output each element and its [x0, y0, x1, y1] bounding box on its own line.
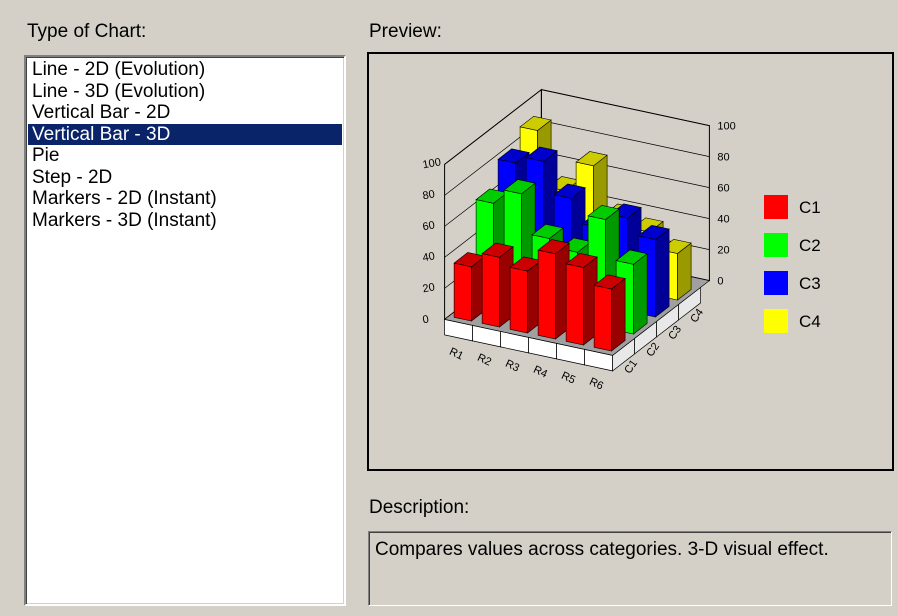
- bar-side: [655, 228, 670, 318]
- y-tick-label-left: 60: [422, 219, 436, 233]
- y-tick-label: 0: [717, 276, 723, 288]
- chart-type-item[interactable]: Step - 2D: [28, 167, 342, 189]
- bar: [537, 239, 570, 340]
- legend-label: C3: [799, 274, 821, 293]
- x-tick-label: R2: [475, 352, 493, 369]
- bar-front: [453, 262, 472, 322]
- y-tick-label: 40: [717, 214, 729, 226]
- bar-side: [611, 277, 626, 352]
- chart-type-listbox[interactable]: Line - 2D (Evolution) Line - 3D (Evolutio…: [24, 55, 346, 606]
- description-text: Compares values across categories. 3-D v…: [375, 539, 829, 560]
- bar: [481, 242, 514, 328]
- chart-type-item[interactable]: Vertical Bar - 3D: [28, 123, 342, 145]
- bar: [565, 252, 598, 346]
- y-tick-label-left: 40: [422, 250, 436, 264]
- bar-front: [565, 263, 584, 346]
- x-tick-label: R4: [531, 364, 549, 381]
- y-tick-label-left: 0: [422, 313, 430, 326]
- chart-legend: C1 C2 C3 C4: [764, 195, 821, 333]
- gridline: [541, 120, 710, 157]
- bar: [453, 252, 486, 322]
- legend-label: C4: [799, 312, 821, 331]
- bar-front: [481, 253, 500, 328]
- description-label: Description:: [369, 497, 470, 518]
- bar: [593, 274, 626, 352]
- chart-preview: 0 0 20 20 40 40 60 60 80 80 100 100 R1 R2 R3 R4 R5 R6 C1 C2…: [367, 52, 894, 471]
- x-tick-label: R3: [503, 358, 521, 375]
- bar: [509, 256, 542, 334]
- legend-swatch: [764, 233, 788, 257]
- x-tick-label: R1: [447, 346, 465, 363]
- legend-label: C1: [799, 198, 821, 217]
- y-tick-label-left: 80: [422, 188, 436, 202]
- gridline: [541, 89, 710, 126]
- chart-plot: 002020404060608080100100R1 R2 R3 R4 R5 R6C1C2…: [422, 88, 736, 393]
- description-box: Compares values across categories. 3-D v…: [368, 531, 892, 606]
- bar-front: [537, 249, 556, 340]
- chart-type-item[interactable]: Line - 2D (Evolution): [28, 59, 342, 81]
- chart-type-item[interactable]: Vertical Bar - 2D: [28, 102, 342, 124]
- bar-side: [633, 253, 648, 335]
- legend-swatch: [764, 195, 788, 219]
- legend-label: C2: [799, 236, 821, 255]
- chart-type-item[interactable]: Pie: [28, 145, 342, 167]
- x-tick-label: R5: [559, 370, 577, 387]
- legend-swatch: [764, 271, 788, 295]
- preview-label: Preview:: [369, 21, 442, 42]
- chart-type-item[interactable]: Markers - 2D (Instant): [28, 188, 342, 210]
- y-tick-label-left: 100: [422, 156, 442, 171]
- legend-swatch: [764, 309, 788, 333]
- bar-front: [509, 266, 528, 334]
- chart-type-item[interactable]: Line - 3D (Evolution): [28, 81, 342, 103]
- bar-front: [593, 284, 612, 352]
- chart-type-item[interactable]: Markers - 3D (Instant): [28, 210, 342, 232]
- y-tick-label-left: 20: [422, 281, 436, 295]
- y-tick-label: 20: [717, 245, 729, 257]
- y-tick-label: 60: [717, 183, 729, 195]
- x-tick-label: R6: [587, 376, 605, 393]
- y-tick-label: 100: [717, 121, 735, 133]
- preview-chart: 0 0 20 20 40 40 60 60 80 80 100 100 R1 R2 R3 R4 R5 R6 C1 C2…: [422, 88, 821, 393]
- y-tick-label: 80: [717, 152, 729, 164]
- chart-type-label: Type of Chart:: [27, 21, 147, 42]
